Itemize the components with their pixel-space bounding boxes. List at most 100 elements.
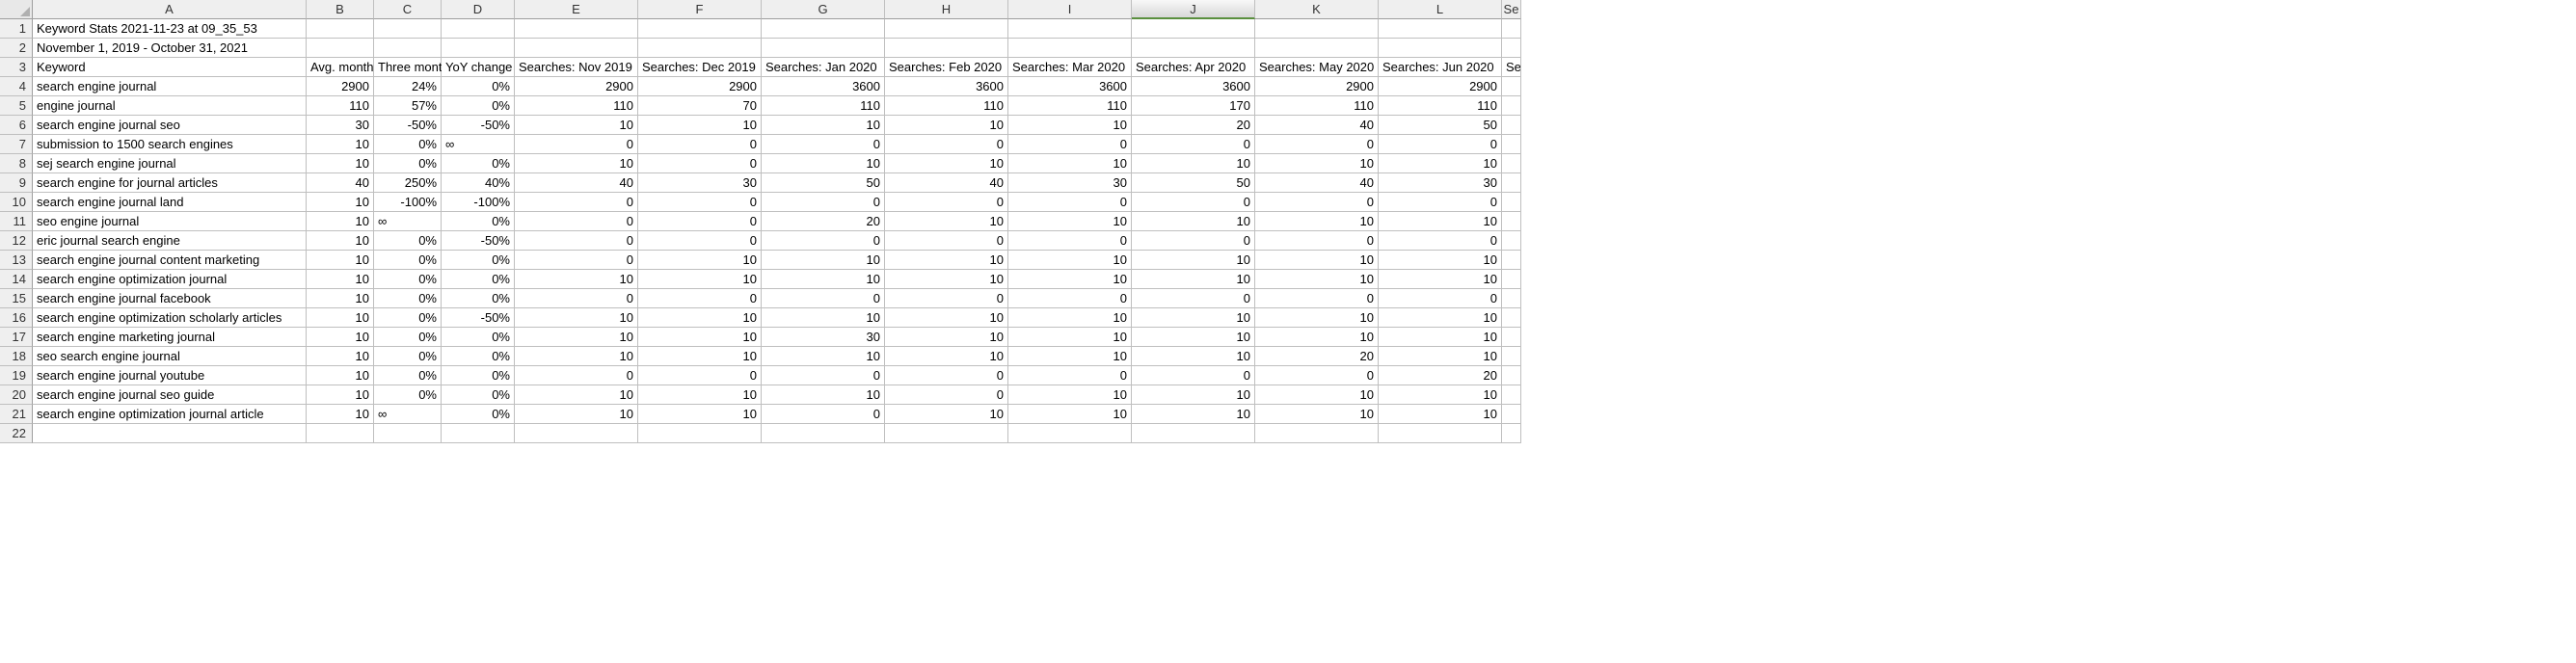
cell-empty[interactable] — [1379, 39, 1502, 58]
data-cell[interactable]: 0 — [885, 385, 1008, 405]
data-cell[interactable]: 10 — [638, 116, 762, 135]
row-header-21[interactable]: 21 — [0, 405, 33, 424]
column-header-B[interactable]: B — [307, 0, 374, 19]
cell-empty[interactable] — [1502, 251, 1521, 270]
data-cell[interactable]: 10 — [307, 308, 374, 328]
column-header-E[interactable]: E — [515, 0, 638, 19]
cell-empty[interactable] — [1502, 173, 1521, 193]
data-cell[interactable]: 10 — [1008, 212, 1132, 231]
header-cell-F[interactable]: Searches: Dec 2019 — [638, 58, 762, 77]
data-cell[interactable]: 40 — [515, 173, 638, 193]
cell-empty[interactable] — [1502, 135, 1521, 154]
data-cell[interactable]: 10 — [1255, 154, 1379, 173]
data-cell[interactable]: 0% — [442, 405, 515, 424]
data-cell[interactable]: -50% — [442, 231, 515, 251]
data-cell[interactable]: -100% — [374, 193, 442, 212]
cell-empty[interactable] — [1502, 116, 1521, 135]
data-cell[interactable]: 20 — [1255, 347, 1379, 366]
data-cell[interactable]: 0 — [885, 366, 1008, 385]
data-cell[interactable]: 0 — [1132, 135, 1255, 154]
row-header-19[interactable]: 19 — [0, 366, 33, 385]
data-cell[interactable]: 0 — [1255, 193, 1379, 212]
data-cell[interactable]: 0 — [638, 193, 762, 212]
data-cell[interactable]: 0 — [762, 193, 885, 212]
cell-empty[interactable] — [762, 19, 885, 39]
data-cell[interactable]: 10 — [885, 212, 1008, 231]
data-cell[interactable]: 10 — [1008, 308, 1132, 328]
data-cell[interactable]: 2900 — [638, 77, 762, 96]
data-cell[interactable]: 10 — [307, 270, 374, 289]
header-cell-G[interactable]: Searches: Jan 2020 — [762, 58, 885, 77]
cell-empty[interactable] — [1255, 39, 1379, 58]
data-cell[interactable]: 10 — [762, 116, 885, 135]
row-header-15[interactable]: 15 — [0, 289, 33, 308]
data-cell[interactable]: 0 — [1255, 289, 1379, 308]
data-cell[interactable]: -50% — [374, 116, 442, 135]
data-cell[interactable]: 0% — [442, 251, 515, 270]
data-cell[interactable]: search engine journal — [33, 77, 307, 96]
data-cell[interactable]: 2900 — [1255, 77, 1379, 96]
cell-empty[interactable] — [374, 424, 442, 443]
data-cell[interactable]: 10 — [885, 116, 1008, 135]
data-cell[interactable]: -100% — [442, 193, 515, 212]
data-cell[interactable]: 10 — [1008, 251, 1132, 270]
cell-empty[interactable] — [374, 39, 442, 58]
column-header-I[interactable]: I — [1008, 0, 1132, 19]
row-header-7[interactable]: 7 — [0, 135, 33, 154]
column-header-D[interactable]: D — [442, 0, 515, 19]
data-cell[interactable]: 10 — [885, 405, 1008, 424]
data-cell[interactable]: ∞ — [374, 212, 442, 231]
data-cell[interactable]: 10 — [1379, 405, 1502, 424]
data-cell[interactable]: 0% — [442, 96, 515, 116]
data-cell[interactable]: search engine journal facebook — [33, 289, 307, 308]
data-cell[interactable]: 50 — [1132, 173, 1255, 193]
cell-empty[interactable] — [515, 19, 638, 39]
data-cell[interactable]: engine journal — [33, 96, 307, 116]
header-cell-partial[interactable]: Se — [1502, 58, 1521, 77]
header-cell-K[interactable]: Searches: May 2020 — [1255, 58, 1379, 77]
column-header-J[interactable]: J — [1132, 0, 1255, 19]
data-cell[interactable]: 10 — [1255, 328, 1379, 347]
cell-empty[interactable] — [762, 424, 885, 443]
data-cell[interactable]: 10 — [885, 328, 1008, 347]
data-cell[interactable]: 0 — [515, 231, 638, 251]
row-header-9[interactable]: 9 — [0, 173, 33, 193]
data-cell[interactable]: 10 — [1008, 347, 1132, 366]
cell-empty[interactable] — [442, 424, 515, 443]
data-cell[interactable]: 10 — [638, 270, 762, 289]
data-cell[interactable]: 0 — [515, 289, 638, 308]
data-cell[interactable]: 10 — [307, 289, 374, 308]
column-header-C[interactable]: C — [374, 0, 442, 19]
data-cell[interactable]: 10 — [762, 385, 885, 405]
data-cell[interactable]: 0% — [374, 251, 442, 270]
data-cell[interactable]: 10 — [1255, 251, 1379, 270]
cell-empty[interactable] — [1008, 39, 1132, 58]
data-cell[interactable]: 10 — [515, 405, 638, 424]
data-cell[interactable]: 10 — [307, 405, 374, 424]
data-cell[interactable]: 10 — [1379, 154, 1502, 173]
cell-empty[interactable] — [1008, 424, 1132, 443]
data-cell[interactable]: 0 — [885, 289, 1008, 308]
data-cell[interactable]: 10 — [1255, 308, 1379, 328]
row-header-1[interactable]: 1 — [0, 19, 33, 39]
row-header-20[interactable]: 20 — [0, 385, 33, 405]
data-cell[interactable]: 0 — [1008, 135, 1132, 154]
data-cell[interactable]: 0% — [374, 308, 442, 328]
data-cell[interactable]: 0 — [1008, 231, 1132, 251]
cell-empty[interactable] — [885, 39, 1008, 58]
data-cell[interactable]: 0 — [1255, 366, 1379, 385]
data-cell[interactable]: 0 — [515, 135, 638, 154]
data-cell[interactable]: eric journal search engine — [33, 231, 307, 251]
data-cell[interactable]: 0 — [762, 231, 885, 251]
data-cell[interactable]: 110 — [1379, 96, 1502, 116]
data-cell[interactable]: sej search engine journal — [33, 154, 307, 173]
data-cell[interactable]: 0% — [374, 231, 442, 251]
data-cell[interactable]: 10 — [1008, 116, 1132, 135]
cell-empty[interactable] — [885, 19, 1008, 39]
data-cell[interactable]: 10 — [885, 154, 1008, 173]
data-cell[interactable]: search engine journal seo guide — [33, 385, 307, 405]
data-cell[interactable]: 0 — [885, 231, 1008, 251]
data-cell[interactable]: 10 — [1255, 270, 1379, 289]
header-cell-A[interactable]: Keyword — [33, 58, 307, 77]
data-cell[interactable]: 10 — [1132, 328, 1255, 347]
